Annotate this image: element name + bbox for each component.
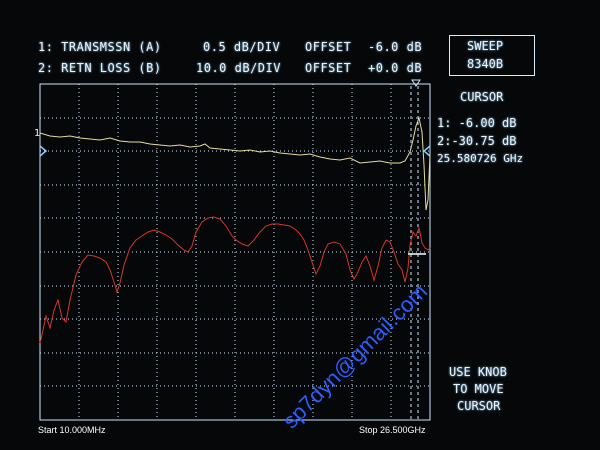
trace1-marker-label: 1 — [34, 128, 40, 139]
plot-area: 1 — [34, 79, 431, 421]
analyzer-screen: 1: TRANSMSSN (A) 0.5 dB/DIV OFFSET -6.0 … — [0, 0, 600, 450]
ch2-reference-arrow — [422, 145, 431, 157]
stop-frequency: Stop 26.500GHz — [359, 425, 426, 435]
start-frequency: Start 10.000MHz — [38, 425, 106, 435]
cursor-top-marker — [411, 79, 421, 87]
